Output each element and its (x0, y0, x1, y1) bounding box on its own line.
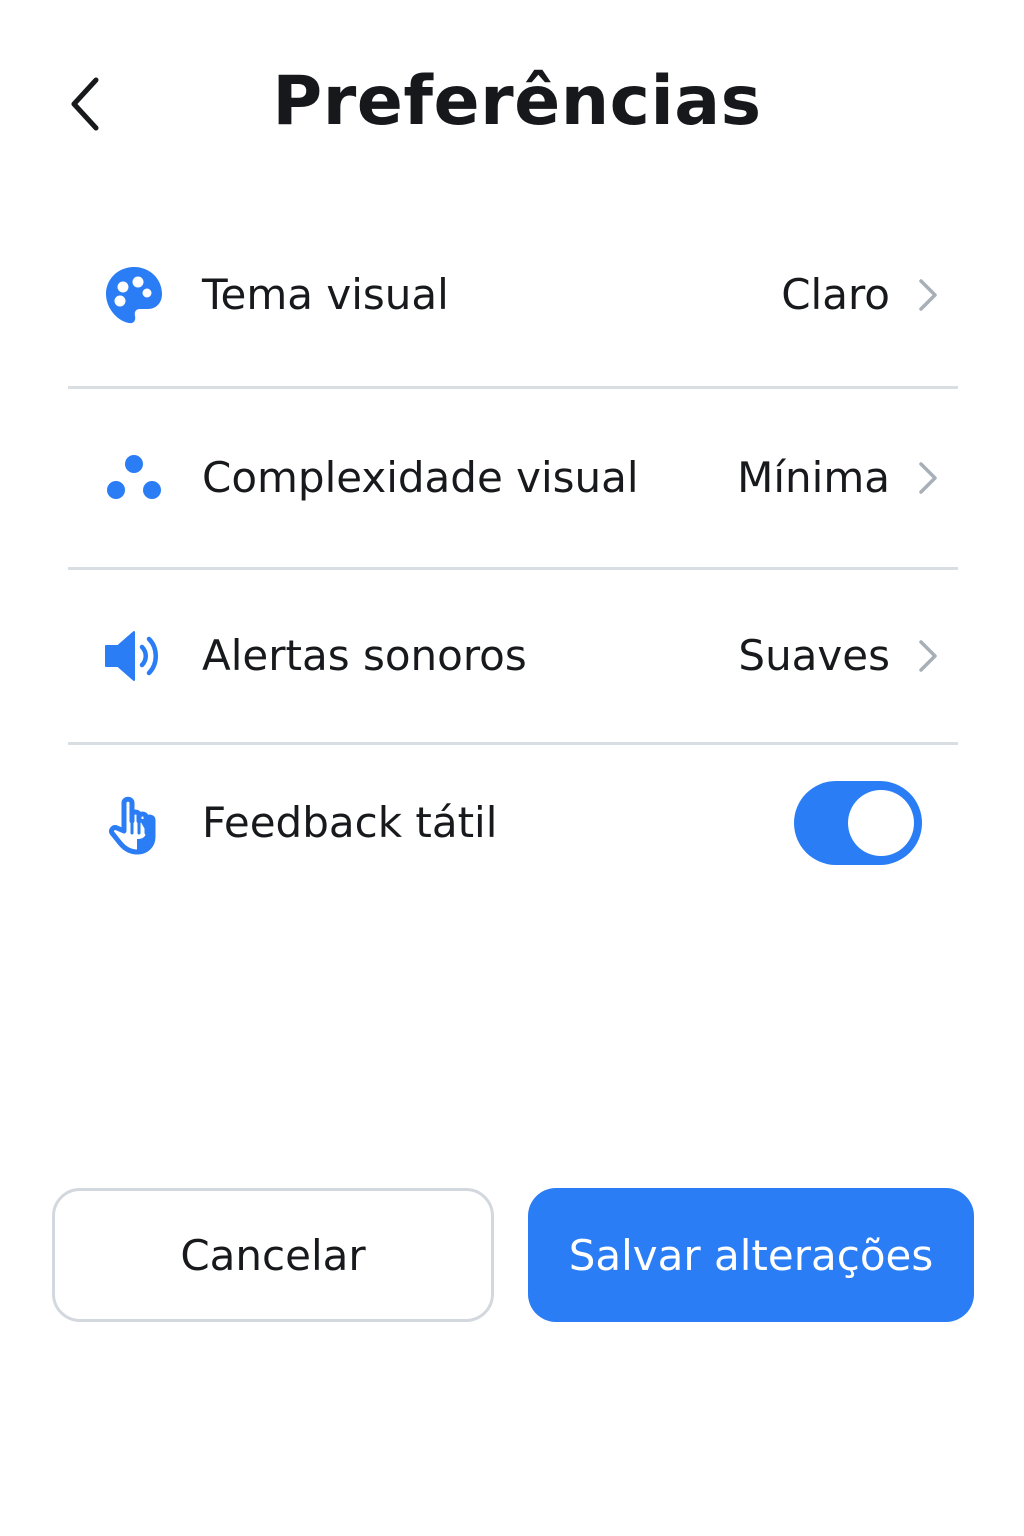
setting-label: Tema visual (202, 270, 449, 319)
setting-label: Complexidade visual (202, 453, 639, 502)
header: Preferências (0, 0, 1024, 200)
save-button[interactable]: Salvar alterações (528, 1188, 974, 1322)
cancel-button[interactable]: Cancelar (52, 1188, 494, 1322)
hand-icon (102, 791, 166, 855)
settings-row-feedback-tatil: Feedback tátil (68, 745, 958, 901)
settings-row-tema-visual[interactable]: Tema visual Claro (68, 204, 958, 386)
setting-label: Alertas sonoros (202, 631, 527, 680)
toggle-knob (848, 790, 914, 856)
chevron-right-icon (916, 275, 940, 315)
dots-icon (102, 446, 166, 510)
settings-list: Tema visual Claro Complexidade visual Mí… (68, 204, 958, 901)
settings-row-complexidade-visual[interactable]: Complexidade visual Mínima (68, 389, 958, 567)
chevron-right-icon (916, 636, 940, 676)
page-title: Preferências (272, 62, 762, 141)
speaker-icon (102, 624, 166, 688)
palette-icon (102, 263, 166, 327)
setting-value: Mínima (737, 453, 890, 502)
feedback-toggle[interactable] (794, 781, 922, 865)
setting-label: Feedback tátil (202, 798, 498, 847)
setting-value: Claro (781, 270, 890, 319)
setting-value: Suaves (738, 631, 890, 680)
settings-row-alertas-sonoros[interactable]: Alertas sonoros Suaves (68, 570, 958, 742)
chevron-right-icon (916, 458, 940, 498)
